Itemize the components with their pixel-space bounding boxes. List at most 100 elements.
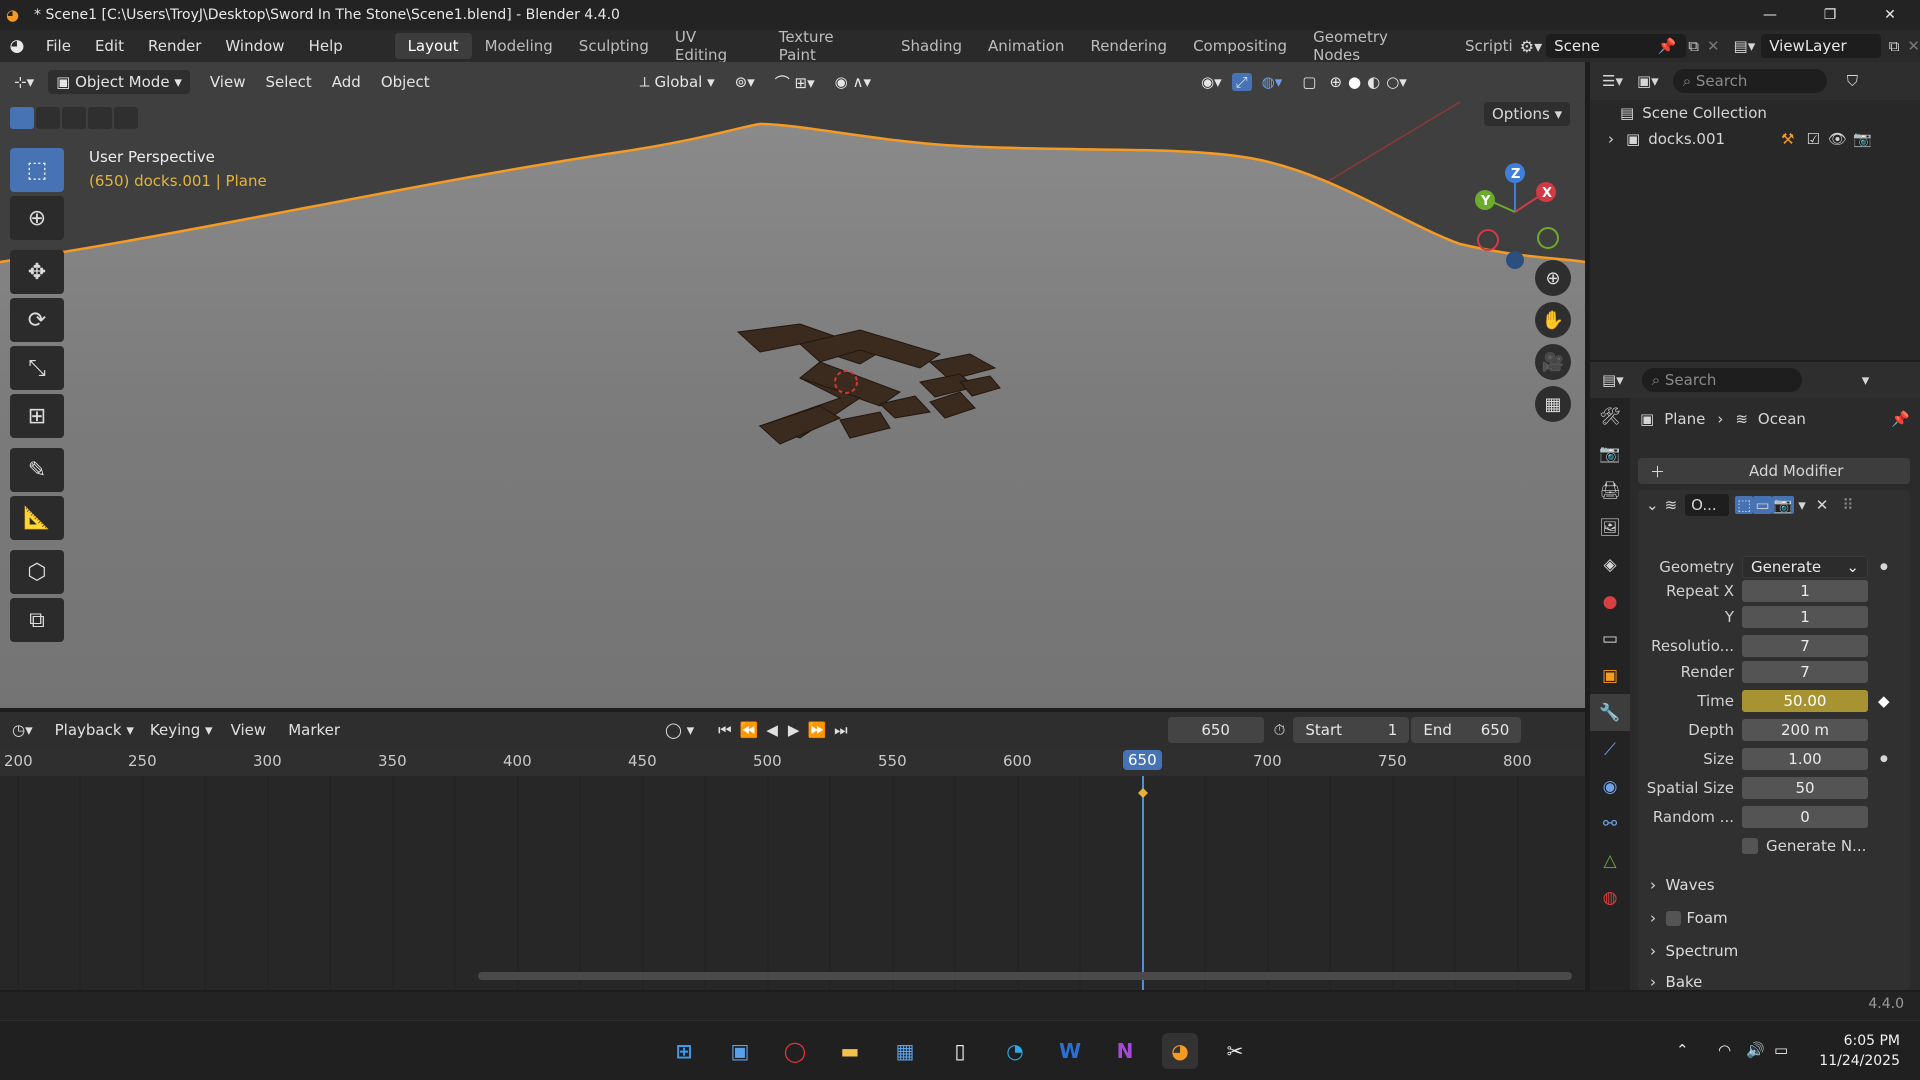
repeat-y-field[interactable]: 1 — [1742, 606, 1868, 628]
jump-start-icon[interactable]: ⏮ — [718, 721, 732, 739]
render-resolution-field[interactable]: 7 — [1742, 661, 1868, 683]
drag-handle-icon[interactable]: ⠿ — [1842, 496, 1853, 514]
properties-options-icon[interactable]: ▾ — [1862, 371, 1870, 389]
time-field[interactable]: 50.00 — [1742, 690, 1868, 712]
viewport-toggle-icon[interactable]: ▭ — [1753, 496, 1772, 514]
filter-icon[interactable]: ⛉ — [1847, 72, 1858, 90]
playhead-frame-label[interactable]: 650 — [1123, 750, 1162, 770]
solid-shading-icon[interactable]: ● — [1345, 73, 1364, 91]
waves-subpanel[interactable]: › Waves — [1650, 876, 1715, 894]
new-view-layer-icon[interactable]: ⧉ — [1889, 37, 1900, 55]
spatial-size-field[interactable]: 50 — [1742, 777, 1868, 799]
notepad-icon[interactable]: ▯ — [942, 1033, 978, 1069]
minimize-button[interactable]: — — [1740, 0, 1800, 30]
material-shading-icon[interactable]: ◐ — [1364, 73, 1383, 91]
pivot-icon[interactable]: ⊚▾ — [725, 73, 765, 91]
gizmo-axis-z[interactable]: Z — [1511, 167, 1520, 182]
file-explorer-icon[interactable]: ▬ — [832, 1033, 868, 1069]
foam-subpanel[interactable]: › Foam — [1650, 909, 1728, 927]
view-layer-icon[interactable]: ▤▾ — [1734, 37, 1756, 55]
outliner-search-input[interactable]: ⌕ Search — [1672, 69, 1827, 93]
viewport-menu-object[interactable]: Object — [371, 73, 440, 91]
overlays-icon[interactable]: ◍▾ — [1252, 73, 1293, 91]
editmode-toggle-icon[interactable]: ⬚ — [1735, 496, 1754, 514]
annotate-tool[interactable]: ✎ — [10, 448, 64, 492]
add-object-tool[interactable]: ⧉ — [10, 598, 64, 642]
timeline-scrollbar[interactable] — [478, 972, 1572, 980]
pin-icon[interactable]: 📌 — [1658, 37, 1677, 55]
constraints-tab-icon[interactable]: ⚯ — [1590, 805, 1630, 842]
animate-dot-icon[interactable]: ● — [1880, 754, 1888, 764]
tray-overflow-icon[interactable]: ⌃ — [1676, 1041, 1689, 1059]
animate-dot-icon[interactable]: ● — [1880, 562, 1888, 572]
xray-icon[interactable]: ▢ — [1292, 73, 1326, 91]
select-invert-icon[interactable] — [88, 107, 112, 129]
pan-hand-icon[interactable]: ✋ — [1535, 302, 1571, 338]
navigation-gizmo[interactable]: Z X Y — [1460, 150, 1570, 270]
select-intersect-icon[interactable] — [114, 107, 138, 129]
edge-icon[interactable]: ◔ — [997, 1033, 1033, 1069]
output-tab-icon[interactable]: 🖨 — [1590, 472, 1630, 509]
camera-view-icon[interactable]: 🎥 — [1535, 344, 1571, 380]
view-layer-field[interactable]: ViewLayer — [1761, 34, 1881, 58]
add-cube-tool[interactable]: ⬡ — [10, 550, 64, 594]
timeline-editor[interactable]: ◷▾ Playback ▾ Keying ▾ View Marker ◯ ▾ ⏮… — [0, 712, 1585, 990]
timeline-keyframe-area[interactable] — [0, 776, 1585, 990]
spectrum-subpanel[interactable]: › Spectrum — [1650, 942, 1738, 960]
resolution-field[interactable]: 7 — [1742, 635, 1868, 657]
menu-window[interactable]: Window — [213, 37, 296, 55]
rotate-tool[interactable]: ⟳ — [10, 298, 64, 342]
tab-sculpting[interactable]: Sculpting — [566, 33, 662, 59]
tab-shading[interactable]: Shading — [888, 33, 975, 59]
collection-tab-icon[interactable]: ▭ — [1590, 620, 1630, 657]
proportional-editing-icon[interactable]: ◉ ∧▾ — [825, 73, 881, 91]
select-new-icon[interactable] — [10, 107, 34, 129]
delete-scene-icon[interactable]: ✕ — [1707, 37, 1720, 55]
select-box-tool[interactable]: ⬚ — [10, 148, 64, 192]
play-reverse-icon[interactable]: ◀ — [766, 721, 778, 739]
auto-keying-icon[interactable]: ◯ ▾ — [665, 721, 694, 739]
bake-subpanel[interactable]: › Bake — [1650, 973, 1702, 991]
display-mode-icon[interactable]: ▣▾ — [1637, 72, 1659, 90]
options-button[interactable]: Options ▾ — [1484, 102, 1571, 126]
scene-collection-row[interactable]: ▤ Scene Collection — [1620, 104, 1767, 122]
collapse-arrow-icon[interactable]: ⌄ — [1646, 496, 1659, 514]
object-tab-icon[interactable]: ▣ — [1590, 657, 1630, 694]
world-tab-icon[interactable]: ● — [1590, 583, 1630, 620]
onenote-icon[interactable]: N — [1107, 1033, 1143, 1069]
eye-icon[interactable]: 👁 — [1828, 130, 1847, 148]
tab-animation[interactable]: Animation — [975, 33, 1077, 59]
play-icon[interactable]: ▶ — [788, 721, 800, 739]
tab-rendering[interactable]: Rendering — [1077, 33, 1180, 59]
blender-taskbar-icon[interactable]: ◕ — [1162, 1033, 1198, 1069]
modifier-dropdown-icon[interactable]: ▾ — [1798, 496, 1806, 514]
tab-compositing[interactable]: Compositing — [1180, 33, 1300, 59]
gizmo-axis-y[interactable]: Y — [1480, 194, 1491, 209]
mode-selector[interactable]: ▣ Object Mode ▾ — [48, 70, 190, 94]
outliner-item-docks[interactable]: › ▣ docks.001 ⚒ ☑ 👁 📷 — [1600, 130, 1920, 148]
tab-layout[interactable]: Layout — [394, 33, 472, 59]
transform-tool[interactable]: ⊞ — [10, 394, 64, 438]
tab-modeling[interactable]: Modeling — [472, 33, 566, 59]
camera-icon[interactable]: 📷 — [1853, 130, 1872, 148]
viewport-menu-view[interactable]: View — [200, 73, 256, 91]
physics-tab-icon[interactable]: ◉ — [1590, 768, 1630, 805]
timeline-editor-type-icon[interactable]: ◷▾ — [12, 721, 33, 739]
delete-view-layer-icon[interactable]: ✕ — [1907, 37, 1920, 55]
word-icon[interactable]: W — [1052, 1033, 1088, 1069]
material-tab-icon[interactable]: ◍ — [1590, 879, 1630, 916]
gizmo-axis-x[interactable]: X — [1542, 186, 1552, 201]
clock[interactable]: 6:05 PM 11/24/2025 — [1819, 1031, 1900, 1071]
viewport-menu-add[interactable]: Add — [322, 73, 371, 91]
snipping-tool-icon[interactable]: ✂ — [1217, 1033, 1253, 1069]
snap-icon[interactable]: ⌒ ⊞▾ — [765, 72, 825, 93]
properties-editor-type-icon[interactable]: ▤▾ — [1602, 371, 1624, 389]
outliner-editor-type-icon[interactable]: ☰▾ — [1602, 72, 1623, 90]
move-tool[interactable]: ✥ — [10, 250, 64, 294]
start-frame-field[interactable]: Start 1 — [1293, 717, 1410, 743]
select-subtract-icon[interactable] — [62, 107, 86, 129]
new-scene-icon[interactable]: ⧉ — [1688, 37, 1699, 55]
exclude-checkbox[interactable]: ☑ — [1807, 130, 1820, 148]
rendered-shading-icon[interactable]: ○▾ — [1383, 73, 1410, 91]
tool-tab-icon[interactable]: 🛠 — [1590, 398, 1630, 435]
